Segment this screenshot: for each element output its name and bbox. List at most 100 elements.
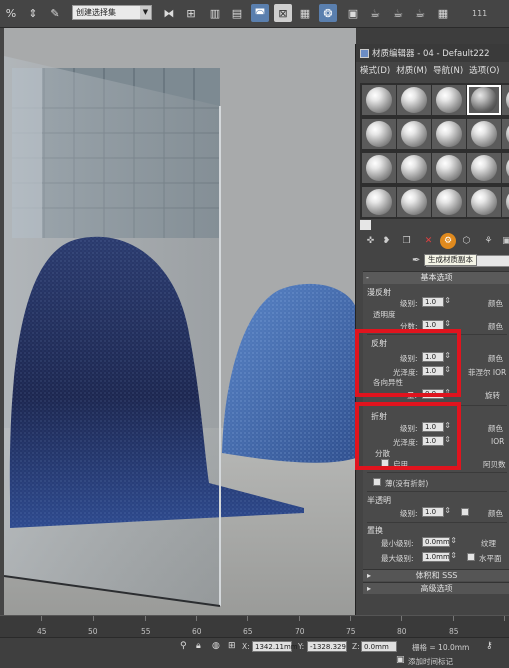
water-level-label: 水平面 [479,554,502,563]
abbe-label: 阿贝数 [483,460,506,469]
diffuse-level-spinner[interactable]: 1.0 [422,297,451,307]
time-tag-icon[interactable]: ▣ [396,655,405,665]
sample-slot[interactable] [502,153,509,183]
status-bar: ⚲ 🔒︎ ◍ ⊞ X: 1342.11mm Y: -1328.329 Z: 0.… [0,637,509,668]
render-active-shade-icon[interactable]: ☕ [411,4,429,22]
menu-mode[interactable]: 模式(D) [360,64,390,76]
tooltip: 生成材质副本 [424,254,477,266]
sample-slot[interactable] [432,119,466,149]
selection-set-label: 创建选择集 [76,8,116,17]
snap-percent-icon[interactable]: % [2,4,20,22]
sample-slot[interactable] [432,187,466,217]
timeline-tick [196,616,197,621]
sample-slot[interactable] [362,153,396,183]
toggle-ribbon-icon[interactable]: ▤ [228,4,246,22]
refraction-color-label: 颜色 [488,424,503,433]
put-to-scene-icon[interactable]: ❥ [380,235,393,248]
timeline-tick-label: 65 [243,627,253,636]
sample-sphere [401,121,427,147]
layer-manager-icon[interactable]: ▥ [206,4,224,22]
material-id-channel-icon[interactable]: ▣ [500,235,509,248]
diffuse-color-label: 颜色 [488,299,503,308]
sample-slot[interactable] [397,187,431,217]
refraction-ior-label: IOR [491,437,505,446]
rollout-header[interactable]: - 基本选项 [363,272,509,284]
sample-slot[interactable] [397,85,431,115]
put-to-library-icon[interactable]: ⚘ [482,235,495,248]
timeline-ruler[interactable]: 45 50 55 60 65 70 75 80 85 90 [0,615,509,637]
thin-walled-label: 薄(没有折射) [385,479,429,488]
sample-slot[interactable] [362,85,396,115]
divider [367,472,507,473]
rotation-label: 旋转 [485,391,500,400]
reset-map-icon[interactable]: ✕ [422,235,435,248]
edit-selection-set-icon[interactable]: ✎ [46,4,64,22]
curve-editor-icon[interactable]: ◚ [251,4,269,22]
assign-to-selection-icon[interactable]: ❒ [400,235,413,248]
rollup-volume-sss[interactable]: ▸ 体积和 SSS [363,569,509,581]
get-material-icon[interactable]: ✜ [364,235,377,248]
min-level-spinner[interactable]: 0.0mm [422,537,457,547]
z-coordinate-field[interactable]: 0.0mm [361,641,397,652]
pin-icon[interactable]: ⚲ [180,641,187,651]
material-editor-icon[interactable]: ❂ [319,4,337,22]
add-time-tag-label[interactable]: 添加时间标记 [408,656,453,667]
menu-navigation[interactable]: 导航(N) [433,64,463,76]
render-frame-icon[interactable]: ▣ [344,4,362,22]
sample-slot[interactable] [467,187,501,217]
eyedropper-icon[interactable]: ✒ [412,255,420,266]
sample-slot[interactable] [432,153,466,183]
max-level-label: 最大级别: [381,554,414,563]
translucency-color-label: 颜色 [488,509,503,518]
lock-icon[interactable]: 🔒︎ [196,641,201,651]
key-icon[interactable]: ⚷ [486,641,493,651]
align-icon[interactable]: ⊞ [182,4,200,22]
y-coordinate-field[interactable]: -1328.329 [307,641,347,652]
perspective-viewport[interactable] [4,28,356,615]
make-unique-icon[interactable]: ⬡ [460,235,473,248]
render-iterative-icon[interactable]: ☕ [389,4,407,22]
sample-slot[interactable] [397,153,431,183]
sample-slot[interactable] [432,85,466,115]
max-level-spinner[interactable]: 1.0mm [422,552,457,562]
sample-sphere [471,121,497,147]
render-setup-icon[interactable]: ▦ [296,4,314,22]
timeline-tick-label: 75 [346,627,356,636]
sample-slot-active[interactable] [467,85,501,115]
render-production-icon[interactable]: ☕ [366,4,384,22]
material-editor-titlebar[interactable]: 材质编辑器 - 04 - Default222 [356,44,509,62]
sample-slot[interactable] [362,119,396,149]
sample-slot[interactable] [362,187,396,217]
fresnel-ior-label: 菲涅尔 IOR [468,368,507,377]
water-level-checkbox[interactable] [467,553,475,561]
render-cloud-icon[interactable]: ▦ [434,4,452,22]
make-material-copy-icon[interactable]: ⚙ [440,233,456,249]
sample-sphere [471,155,497,181]
isolate-icon[interactable]: ◍ [212,641,220,651]
refraction-highlight-box [355,402,461,470]
sample-slot[interactable] [502,85,509,115]
sample-slot[interactable] [467,119,501,149]
sample-slot[interactable] [502,119,509,149]
translucency-checkbox[interactable] [461,508,469,516]
sample-slot[interactable] [502,187,509,217]
x-coordinate-field[interactable]: 1342.11mm [252,641,298,652]
grid-size-label: 栅格 = 10.0mm [412,643,470,652]
spinner-snap-icon[interactable]: ⇕ [24,4,42,22]
schematic-view-icon[interactable]: ⊠ [274,4,292,22]
rollup-advanced[interactable]: ▸ 高级选项 [363,582,509,594]
slot-scroll-box[interactable] [360,220,371,230]
menu-material[interactable]: 材质(M) [396,64,427,76]
thin-walled-checkbox[interactable] [373,478,381,486]
timeline-tick [504,616,505,621]
menu-options[interactable]: 选项(O) [469,64,499,76]
timeline-tick [41,616,42,621]
app-root: { "toolbar": { "selection_set": "创建选择集",… [0,0,509,668]
translucency-level-spinner[interactable]: 1.0 [422,507,451,517]
sample-slot[interactable] [397,119,431,149]
absolute-mode-icon[interactable]: ⊞ [228,641,236,651]
mirror-icon[interactable]: ⧓ [160,4,178,22]
sample-slot[interactable] [467,153,501,183]
rollup-label: 高级选项 [420,584,453,593]
selection-set-dropdown[interactable]: 创建选择集 ▼ [72,5,152,20]
